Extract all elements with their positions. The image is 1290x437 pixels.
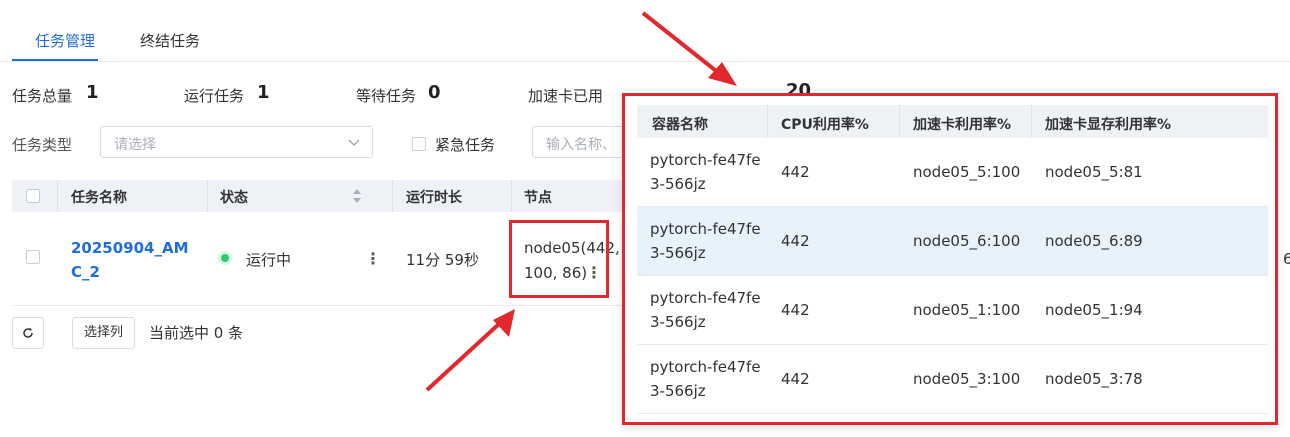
tab-task-management[interactable]: 任务管理 (35, 30, 95, 51)
container-name-cell: pytorch-fe47fe3-566jz (650, 220, 761, 262)
task-name-link[interactable]: 20250904_AMC_2 (71, 236, 191, 284)
select-columns-button[interactable]: 选择列 (72, 317, 135, 349)
header-runtime: 运行时长 (406, 190, 462, 206)
row-checkbox[interactable] (26, 250, 40, 264)
node-highlight-annotation (509, 220, 609, 298)
task-type-label: 任务类型 (12, 136, 73, 154)
accel-cell: node05_3:100 (913, 370, 1021, 388)
column-separator (899, 105, 900, 138)
column-separator (1031, 105, 1032, 138)
header-container-name: 容器名称 (652, 117, 708, 133)
stat-waiting-label: 等待任务 (356, 87, 417, 105)
chevron-down-icon (348, 139, 360, 146)
urgent-task-checkbox[interactable] (412, 137, 426, 151)
tab-finished-tasks[interactable]: 终结任务 (140, 30, 200, 51)
refresh-icon (23, 327, 33, 338)
resource-usage-popover: 容器名称 CPU利用率% 加速卡利用率% 加速卡显存利用率% pytorch-f… (622, 93, 1278, 425)
header-accel-mem-usage: 加速卡显存利用率% (1045, 117, 1172, 133)
accel-mem-cell: node05_3:78 (1045, 370, 1143, 388)
stat-running-value: 1 (257, 82, 270, 103)
sort-icon[interactable] (352, 188, 362, 204)
table-row[interactable]: pytorch-fe47fe3-566jz 442 node05_3:100 n… (637, 345, 1268, 414)
accel-mem-cell: node05_1:94 (1045, 301, 1143, 319)
cpu-cell: 442 (781, 370, 810, 388)
arrow-to-node-icon (425, 309, 515, 392)
container-name-cell: pytorch-fe47fe3-566jz (650, 358, 761, 400)
stat-running-label: 运行任务 (184, 87, 245, 105)
header-task-name: 任务名称 (71, 190, 127, 206)
cpu-cell: 442 (781, 163, 810, 181)
column-separator (511, 180, 512, 212)
row-divider (12, 305, 642, 306)
status-text: 运行中 (246, 251, 292, 269)
accel-cell: node05_5:100 (913, 163, 1021, 181)
cpu-cell: 442 (781, 232, 810, 250)
header-node: 节点 (524, 190, 552, 206)
header-accel-usage: 加速卡利用率% (913, 117, 1012, 133)
container-name-cell: pytorch-fe47fe3-566jz (650, 151, 761, 193)
stat-waiting-value: 0 (428, 82, 441, 103)
table-row[interactable]: pytorch-fe47fe3-566jz 442 node05_1:100 n… (637, 276, 1268, 345)
selected-count-text: 当前选中 0 条 (149, 324, 244, 342)
container-name-cell: pytorch-fe47fe3-566jz (650, 289, 761, 331)
header-status: 状态 (220, 190, 248, 206)
select-all-checkbox[interactable] (26, 189, 40, 203)
tabs-divider (0, 61, 1290, 62)
accel-cell: node05_6:100 (913, 232, 1021, 250)
task-type-placeholder: 请选择 (114, 137, 156, 153)
running-status-dot (221, 254, 229, 262)
arrow-to-popover-icon (641, 11, 737, 86)
column-separator (767, 105, 768, 138)
header-cpu-usage: CPU利用率% (781, 117, 869, 133)
accel-mem-cell: node05_6:89 (1045, 232, 1143, 250)
task-type-select[interactable]: 请选择 (100, 126, 373, 158)
more-vertical-icon[interactable]: ⋮ (365, 249, 381, 268)
search-placeholder: 输入名称、 (546, 137, 616, 153)
column-separator (57, 180, 58, 212)
cpu-cell: 442 (781, 301, 810, 319)
stat-total-label: 任务总量 (12, 87, 73, 105)
stat-total-value: 1 (86, 82, 99, 103)
truncated-cell-text: 6 (1283, 250, 1290, 268)
accel-mem-cell: node05_5:81 (1045, 163, 1143, 181)
urgent-task-label: 紧急任务 (435, 136, 496, 154)
table-row[interactable]: pytorch-fe47fe3-566jz 442 node05_5:100 n… (637, 138, 1268, 207)
column-separator (207, 180, 208, 212)
refresh-button[interactable] (12, 317, 44, 349)
table-row[interactable]: pytorch-fe47fe3-566jz 442 node05_6:100 n… (637, 207, 1268, 276)
accel-cell: node05_1:100 (913, 301, 1021, 319)
column-separator (392, 180, 393, 212)
stat-accel-label: 加速卡已用 (528, 87, 604, 105)
runtime-text: 11分 59秒 (406, 251, 479, 269)
